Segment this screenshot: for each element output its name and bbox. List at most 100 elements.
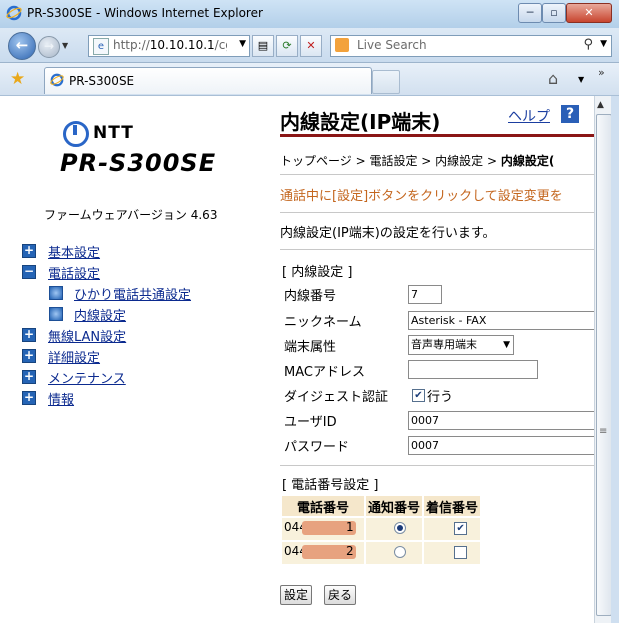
page-icon: e xyxy=(93,38,109,55)
nav-link-phone[interactable]: 電話設定 xyxy=(48,263,100,282)
nav-link-basic[interactable]: 基本設定 xyxy=(48,242,100,261)
apply-button[interactable]: 設定 xyxy=(280,585,313,605)
search-dropdown-icon[interactable]: ▼ xyxy=(600,39,607,49)
vertical-scrollbar[interactable]: ▲ ≡ xyxy=(594,96,612,623)
search-icon[interactable]: ⚲ xyxy=(583,37,593,52)
stop-icon[interactable]: ✕ xyxy=(300,35,322,57)
scroll-thumb[interactable] xyxy=(596,114,612,616)
phone-suffix: 2 xyxy=(346,544,354,558)
home-icon[interactable]: ⌂ xyxy=(548,69,558,88)
model-name: PR-S300SE xyxy=(60,149,217,177)
address-bar[interactable]: e http://10.10.10.1/cg ▼ xyxy=(88,35,250,57)
maximize-button[interactable]: ▫ xyxy=(542,3,566,23)
tab-bar: ★ PR-S300SE ⌂ ▼ » xyxy=(0,63,619,96)
title-underline xyxy=(280,134,594,137)
nav-link-info[interactable]: 情報 xyxy=(48,389,74,408)
terminal-type-select[interactable]: 音声専用端末 ▼ xyxy=(408,335,514,355)
ext-number-input[interactable]: 7 xyxy=(408,285,442,304)
notify-cell xyxy=(366,542,423,564)
section-title-phone-numbers: [ 電話番号設定 ] xyxy=(282,478,379,493)
close-button[interactable]: ✕ xyxy=(566,3,612,23)
col-incoming-number: 着信番号 xyxy=(424,496,481,516)
tab-title: PR-S300SE xyxy=(69,74,135,88)
notify-radio[interactable] xyxy=(394,546,406,558)
expand-plus-icon[interactable]: + xyxy=(22,328,36,342)
digest-auth-label: ダイジェスト認証 xyxy=(284,390,389,405)
user-id-input[interactable]: 0007 xyxy=(408,411,594,430)
col-notify-number: 通知番号 xyxy=(366,496,423,516)
incoming-cell: ✔ xyxy=(424,518,481,540)
breadcrumb: トップページ > 電話設定 > 内線設定 > 内線設定( xyxy=(280,152,554,169)
incoming-checkbox[interactable] xyxy=(454,546,468,559)
chevron-down-icon: ▼ xyxy=(503,340,510,350)
table-row: 044 1 ✔ xyxy=(282,518,481,540)
browser-tab[interactable]: PR-S300SE xyxy=(44,67,372,94)
forward-arrow-icon: → xyxy=(43,39,55,53)
home-dropdown-icon[interactable]: ▼ xyxy=(578,75,584,84)
history-dropdown-icon[interactable]: ▼ xyxy=(62,41,68,50)
divider xyxy=(280,465,594,466)
search-box[interactable]: Live Search ⚲ ▼ xyxy=(330,35,612,57)
page-title: 内線設定(IP端末) xyxy=(280,110,441,134)
mac-address-label: MACアドレス xyxy=(284,365,365,380)
col-phone-number: 電話番号 xyxy=(282,496,364,516)
expand-plus-icon[interactable]: + xyxy=(22,244,36,258)
favorites-star-icon[interactable]: ★ xyxy=(10,69,25,89)
nickname-input[interactable]: Asterisk - FAX xyxy=(408,311,594,330)
back-button[interactable]: ← xyxy=(8,32,36,60)
search-placeholder: Live Search xyxy=(357,38,427,52)
notify-cell xyxy=(366,518,423,540)
scroll-up-icon[interactable]: ▲ xyxy=(597,100,604,110)
ie-tab-icon xyxy=(50,73,64,87)
window-frame-edge xyxy=(611,96,619,623)
phone-suffix: 1 xyxy=(346,520,354,534)
notice-text: 通話中に[設定]ボタンをクリックして設定変更を xyxy=(280,189,563,204)
back-page-button[interactable]: 戻る xyxy=(324,585,357,605)
nav-link-wlan[interactable]: 無線LAN設定 xyxy=(48,326,126,345)
collapse-minus-icon[interactable]: − xyxy=(22,265,36,279)
compat-view-icon[interactable]: ▤ xyxy=(252,35,274,57)
minimize-button[interactable]: ─ xyxy=(518,3,542,23)
terminal-type-label: 端末属性 xyxy=(284,340,337,355)
expand-plus-icon[interactable]: + xyxy=(22,391,36,405)
expand-plus-icon[interactable]: + xyxy=(22,370,36,384)
digest-auth-checkbox[interactable]: ✔ xyxy=(412,389,425,402)
notify-radio[interactable] xyxy=(394,522,406,534)
nav-link-extension[interactable]: 内線設定 xyxy=(74,305,126,324)
forward-button[interactable]: → xyxy=(38,36,60,58)
window-title: PR-S300SE - Windows Internet Explorer xyxy=(27,6,263,20)
incoming-checkbox[interactable]: ✔ xyxy=(454,522,468,535)
help-icon[interactable]: ? xyxy=(561,105,579,123)
table-row: 044 2 xyxy=(282,542,481,564)
ntt-bar-icon xyxy=(73,125,77,135)
expand-plus-icon[interactable]: + xyxy=(22,349,36,363)
help-link[interactable]: ヘルプ xyxy=(508,106,550,126)
new-tab-button[interactable] xyxy=(372,70,400,94)
user-id-label: ユーザID xyxy=(284,415,337,430)
back-arrow-icon: ← xyxy=(15,36,29,54)
nav-link-maintenance[interactable]: メンテナンス xyxy=(48,368,126,387)
ie-logo-icon xyxy=(6,5,22,21)
divider xyxy=(280,212,594,213)
navigation-bar: ← → ▼ e http://10.10.10.1/cg ▼ ▤ ⟳ ✕ Liv… xyxy=(0,28,619,63)
refresh-icon[interactable]: ⟳ xyxy=(276,35,298,57)
main-frame: 内線設定(IP端末) ヘルプ ? トップページ > 電話設定 > 内線設定 > … xyxy=(278,96,594,623)
address-dropdown-icon[interactable]: ▼ xyxy=(239,39,246,49)
mac-address-input[interactable] xyxy=(408,360,538,379)
address-url[interactable]: http://10.10.10.1/cg xyxy=(113,38,227,52)
nav-link-advanced[interactable]: 詳細設定 xyxy=(48,347,100,366)
password-input[interactable]: 0007 xyxy=(408,436,594,455)
ntt-logo: NTT xyxy=(63,121,203,147)
description: 内線設定(IP端末)の設定を行います。 xyxy=(280,226,496,241)
page-content: NTT PR-S300SE ファームウェアバージョン 4.63 + 基本設定 −… xyxy=(8,96,594,623)
more-chevron-icon[interactable]: » xyxy=(598,66,605,79)
password-label: パスワード xyxy=(284,440,350,455)
incoming-cell xyxy=(424,542,481,564)
nav-link-hikari-common[interactable]: ひかり電話共通設定 xyxy=(74,284,191,303)
breadcrumb-current: 内線設定( xyxy=(500,154,555,168)
breadcrumb-path: トップページ > 電話設定 > 内線設定 > xyxy=(280,154,501,168)
page-bullet-icon xyxy=(49,307,63,321)
ext-number-label: 内線番号 xyxy=(284,289,337,304)
divider xyxy=(280,249,594,250)
firmware-version: ファームウェアバージョン 4.63 xyxy=(44,208,218,222)
